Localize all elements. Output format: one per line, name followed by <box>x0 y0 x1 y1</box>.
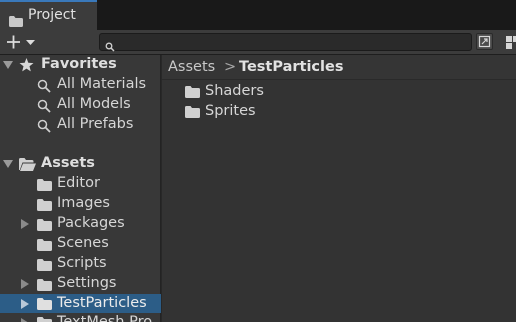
chevron-down-icon[interactable] <box>3 61 13 70</box>
folder-icon <box>185 106 200 118</box>
tree-item-label: All Models <box>57 96 131 112</box>
tree-item-testparticles[interactable]: TestParticles <box>0 294 161 313</box>
folder-icon <box>37 279 52 291</box>
list-item-shaders[interactable]: Shaders <box>185 83 485 103</box>
folder-icon <box>37 179 52 191</box>
chevron-down-icon[interactable] <box>3 160 13 169</box>
breadcrumb-separator: > <box>224 59 237 75</box>
tree-item-label: Images <box>57 195 110 211</box>
tree-item-settings[interactable]: Settings <box>0 274 161 294</box>
tree-item-all-materials[interactable]: All Materials <box>0 75 161 95</box>
search-type-icon <box>478 35 491 48</box>
tree-item-assets[interactable]: Assets <box>0 154 161 174</box>
folder-open-icon <box>19 158 36 171</box>
folder-icon <box>37 298 52 310</box>
list-item-label: Sprites <box>205 103 256 119</box>
tree-item-packages[interactable]: Packages <box>0 214 161 234</box>
tree-item-label: All Prefabs <box>57 116 134 132</box>
tree-item-label: Settings <box>57 275 117 291</box>
tree-item-label: All Materials <box>57 76 147 92</box>
chevron-right-icon[interactable] <box>21 219 29 229</box>
list-item-label: Shaders <box>205 83 264 99</box>
chevron-right-icon[interactable] <box>21 299 29 309</box>
chevron-right-icon[interactable] <box>21 318 29 322</box>
tree-item-all-prefabs[interactable]: All Prefabs <box>0 115 161 135</box>
search-field[interactable] <box>99 33 472 52</box>
list-item-sprites[interactable]: Sprites <box>185 103 485 123</box>
tree-item-label: Scenes <box>57 235 109 251</box>
chevron-right-icon[interactable] <box>21 279 29 289</box>
folder-icon <box>9 12 23 31</box>
tree-item-scenes[interactable]: Scenes <box>0 234 161 254</box>
tree-item-label: Scripts <box>57 255 107 271</box>
tree-item-all-models[interactable]: All Models <box>0 95 161 115</box>
tree-item-label: TestParticles <box>57 295 147 311</box>
folder-icon <box>37 239 52 251</box>
folder-icon <box>37 259 52 271</box>
tree-item-label: Assets <box>41 155 95 171</box>
tree-item-editor[interactable]: Editor <box>0 174 161 194</box>
tree-item-label: Favorites <box>41 56 117 72</box>
tree-item-label: Editor <box>57 175 100 191</box>
folder-icon <box>37 199 52 211</box>
folder-icon <box>185 86 200 98</box>
folder-icon <box>37 219 52 231</box>
layout-options-button[interactable] <box>503 33 516 50</box>
tree-item-label: TextMesh Pro <box>57 314 153 322</box>
search-icon <box>37 99 51 113</box>
tree-item-images[interactable]: Images <box>0 194 161 214</box>
breadcrumb-assets[interactable]: Assets <box>168 59 215 75</box>
search-icon <box>37 79 51 93</box>
tree-item-favorites[interactable]: Favorites <box>0 55 161 75</box>
breadcrumb-current[interactable]: TestParticles <box>239 59 343 75</box>
tab-label: Project <box>28 7 76 23</box>
search-icon <box>105 37 115 56</box>
tree-item-label: Packages <box>57 215 125 231</box>
search-by-type-button[interactable] <box>476 33 493 50</box>
star-icon <box>19 58 34 72</box>
tab-project[interactable]: Project <box>0 0 97 30</box>
tree-item-scripts[interactable]: Scripts <box>0 254 161 274</box>
search-input[interactable] <box>118 34 468 50</box>
grid-icon <box>506 36 516 49</box>
folder-icon <box>37 317 52 322</box>
search-icon <box>37 119 51 133</box>
create-button[interactable] <box>5 33 39 51</box>
tree-item-textmesh-pro[interactable]: TextMesh Pro <box>0 313 161 322</box>
